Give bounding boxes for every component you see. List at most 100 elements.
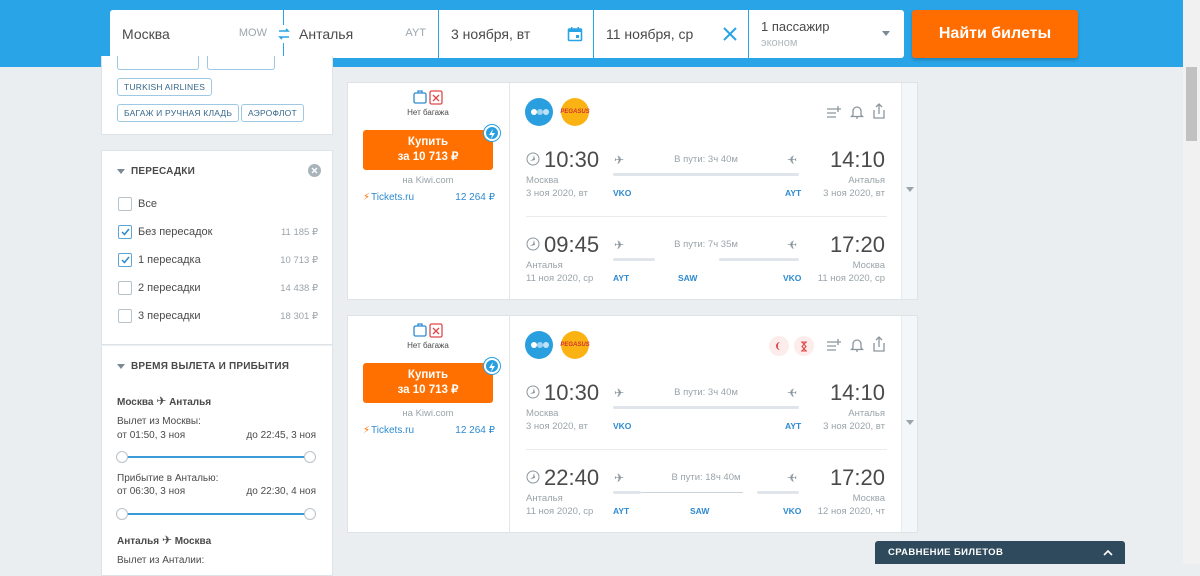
departure-time: 09:45	[544, 232, 600, 257]
origin-code: MOW	[238, 27, 267, 39]
buy-button[interactable]: Купить за 10 713 ₽	[363, 363, 493, 403]
buy-button[interactable]: Купить за 10 713 ₽	[363, 130, 493, 170]
arrival-time: 17:20	[829, 232, 885, 257]
expand-strip[interactable]	[901, 83, 917, 299]
slider-handle[interactable]	[304, 451, 316, 463]
dep-label: Вылет из Москвы:	[117, 416, 201, 427]
airline-tag-hidden-1[interactable]	[117, 56, 199, 70]
arrival-date: 3 ноя 2020, вт	[823, 421, 885, 432]
checkbox[interactable]	[118, 281, 132, 295]
from-airport-code: AYT	[613, 273, 630, 283]
departure-city: Анталья	[526, 493, 563, 504]
flight-duration: В пути: 7ч 35м	[674, 239, 738, 250]
departure-pin-icon	[526, 385, 540, 404]
passengers-value: 1 пассажир	[761, 19, 830, 34]
airline-tag[interactable]: АЭРОФЛОТ	[241, 104, 304, 122]
chevron-down-icon	[882, 31, 890, 36]
alternative-offer[interactable]: Tickets.ru12 264 ₽	[363, 425, 495, 436]
swap-icon[interactable]	[274, 25, 294, 43]
alternative-offer[interactable]: Tickets.ru12 264 ₽	[363, 192, 495, 203]
slider-handle[interactable]	[116, 451, 128, 463]
depart-date-field[interactable]: 3 ноября, вт	[439, 10, 593, 58]
from-airport-code: AYT	[613, 506, 630, 516]
lightning-icon	[484, 125, 500, 141]
arrival-date: 11 ноя 2020, ср	[817, 273, 885, 284]
route-heading-2: Анталья ✈ Москва	[117, 533, 212, 547]
calendar-icon[interactable]	[567, 26, 583, 47]
slider-handle[interactable]	[116, 508, 128, 520]
checkbox-checked[interactable]	[118, 253, 132, 267]
arrival-city: Анталья	[848, 408, 885, 419]
agency-name[interactable]: на Kiwi.com	[348, 175, 508, 186]
departure-pin-icon	[526, 470, 540, 489]
landing-icon: ✈	[787, 386, 798, 400]
airline-tag[interactable]: БАГАЖ И РУЧНАЯ КЛАДЬ	[117, 104, 240, 122]
route-line	[613, 173, 799, 176]
route-line	[613, 258, 655, 261]
chevron-down-icon	[906, 420, 914, 425]
collapse-triangle-icon	[117, 363, 125, 369]
bell-icon[interactable]	[849, 337, 865, 358]
checkbox-checked[interactable]	[118, 225, 132, 239]
stops-option-3[interactable]: 3 пересадки 18 301 ₽	[118, 308, 318, 324]
airline-logo-icon	[525, 331, 553, 359]
add-to-list-icon[interactable]	[826, 105, 842, 124]
route-line	[613, 491, 641, 494]
plane-icon: ✈	[156, 394, 167, 408]
bell-icon[interactable]	[849, 104, 865, 125]
share-icon[interactable]	[872, 103, 886, 125]
transfer-airport-code: SAW	[690, 506, 710, 516]
slider-handle[interactable]	[304, 508, 316, 520]
stops-option-all[interactable]: Все	[118, 196, 318, 212]
expand-strip[interactable]	[901, 316, 917, 532]
chevron-up-icon[interactable]	[1103, 548, 1113, 559]
arrival-date: 3 ноя 2020, вт	[823, 188, 885, 199]
arr-from: от 06:30, 3 ноя	[117, 486, 186, 497]
checkbox[interactable]	[118, 309, 132, 323]
clear-date-icon[interactable]	[722, 26, 738, 47]
dep-to: до 22:45, 3 ноя	[246, 430, 316, 441]
agency-name[interactable]: на Kiwi.com	[348, 408, 508, 419]
plane-icon: ✈	[161, 533, 172, 547]
stops-option-nonstop[interactable]: Без пересадок 11 185 ₽	[118, 224, 318, 240]
departure-time: 10:30	[544, 147, 600, 172]
times-filter-title[interactable]: ВРЕМЯ ВЫЛЕТА И ПРИБЫТИЯ	[117, 361, 289, 372]
to-airport-code: AYT	[785, 421, 802, 431]
pegasus-logo: PEGASUS	[560, 331, 590, 359]
scrollbar-thumb[interactable]	[1186, 67, 1197, 141]
stops-filter-title[interactable]: ПЕРЕСАДКИ	[117, 166, 195, 177]
baggage-label: Нет багажа	[407, 108, 449, 117]
stops-option-1[interactable]: 1 пересадка 10 713 ₽	[118, 252, 318, 268]
passengers-field[interactable]: 1 пассажир эконом	[749, 10, 904, 58]
reset-filter-icon[interactable]	[308, 164, 321, 177]
cabin-value: эконом	[761, 37, 798, 49]
departure-date: 11 ноя 2020, ср	[526, 506, 594, 517]
transfer-airport-code: SAW	[678, 273, 698, 283]
lightning-icon	[484, 358, 500, 374]
landing-icon: ✈	[787, 238, 798, 252]
departure-time: 10:30	[544, 380, 600, 405]
airline-tag-hidden-2[interactable]	[207, 56, 275, 70]
origin-field[interactable]: Москва MOW	[110, 10, 283, 58]
flight-duration: В пути: 3ч 40м	[674, 387, 738, 398]
landing-icon: ✈	[787, 153, 798, 167]
compare-tickets-bar[interactable]: СРАВНЕНИЕ БИЛЕТОВ	[875, 541, 1125, 564]
share-icon[interactable]	[872, 336, 886, 358]
search-button[interactable]: Найти билеты	[912, 10, 1078, 58]
add-to-list-icon[interactable]	[826, 338, 842, 357]
arrival-date: 12 ноя 2020, чт	[817, 506, 885, 517]
origin-value: Москва	[122, 26, 170, 42]
checkbox[interactable]	[118, 197, 132, 211]
arrival-time-slider[interactable]	[116, 508, 316, 520]
page-scrollbar[interactable]	[1183, 0, 1200, 564]
airline-tag[interactable]: TURKISH AIRLINES	[117, 78, 213, 96]
return-date-field[interactable]: 11 ноября, ср	[594, 10, 748, 58]
from-airport-code: VKO	[613, 421, 632, 431]
departure-time-slider[interactable]	[116, 451, 316, 463]
return-date-value: 11 ноября, ср	[606, 26, 694, 42]
to-airport-code: VKO	[783, 506, 802, 516]
destination-field[interactable]: Анталья AYT	[284, 10, 438, 58]
arr-label: Прибытие в Анталью:	[117, 473, 219, 484]
stops-option-2[interactable]: 2 пересадки 14 438 ₽	[118, 280, 318, 296]
chevron-down-icon	[906, 187, 914, 192]
